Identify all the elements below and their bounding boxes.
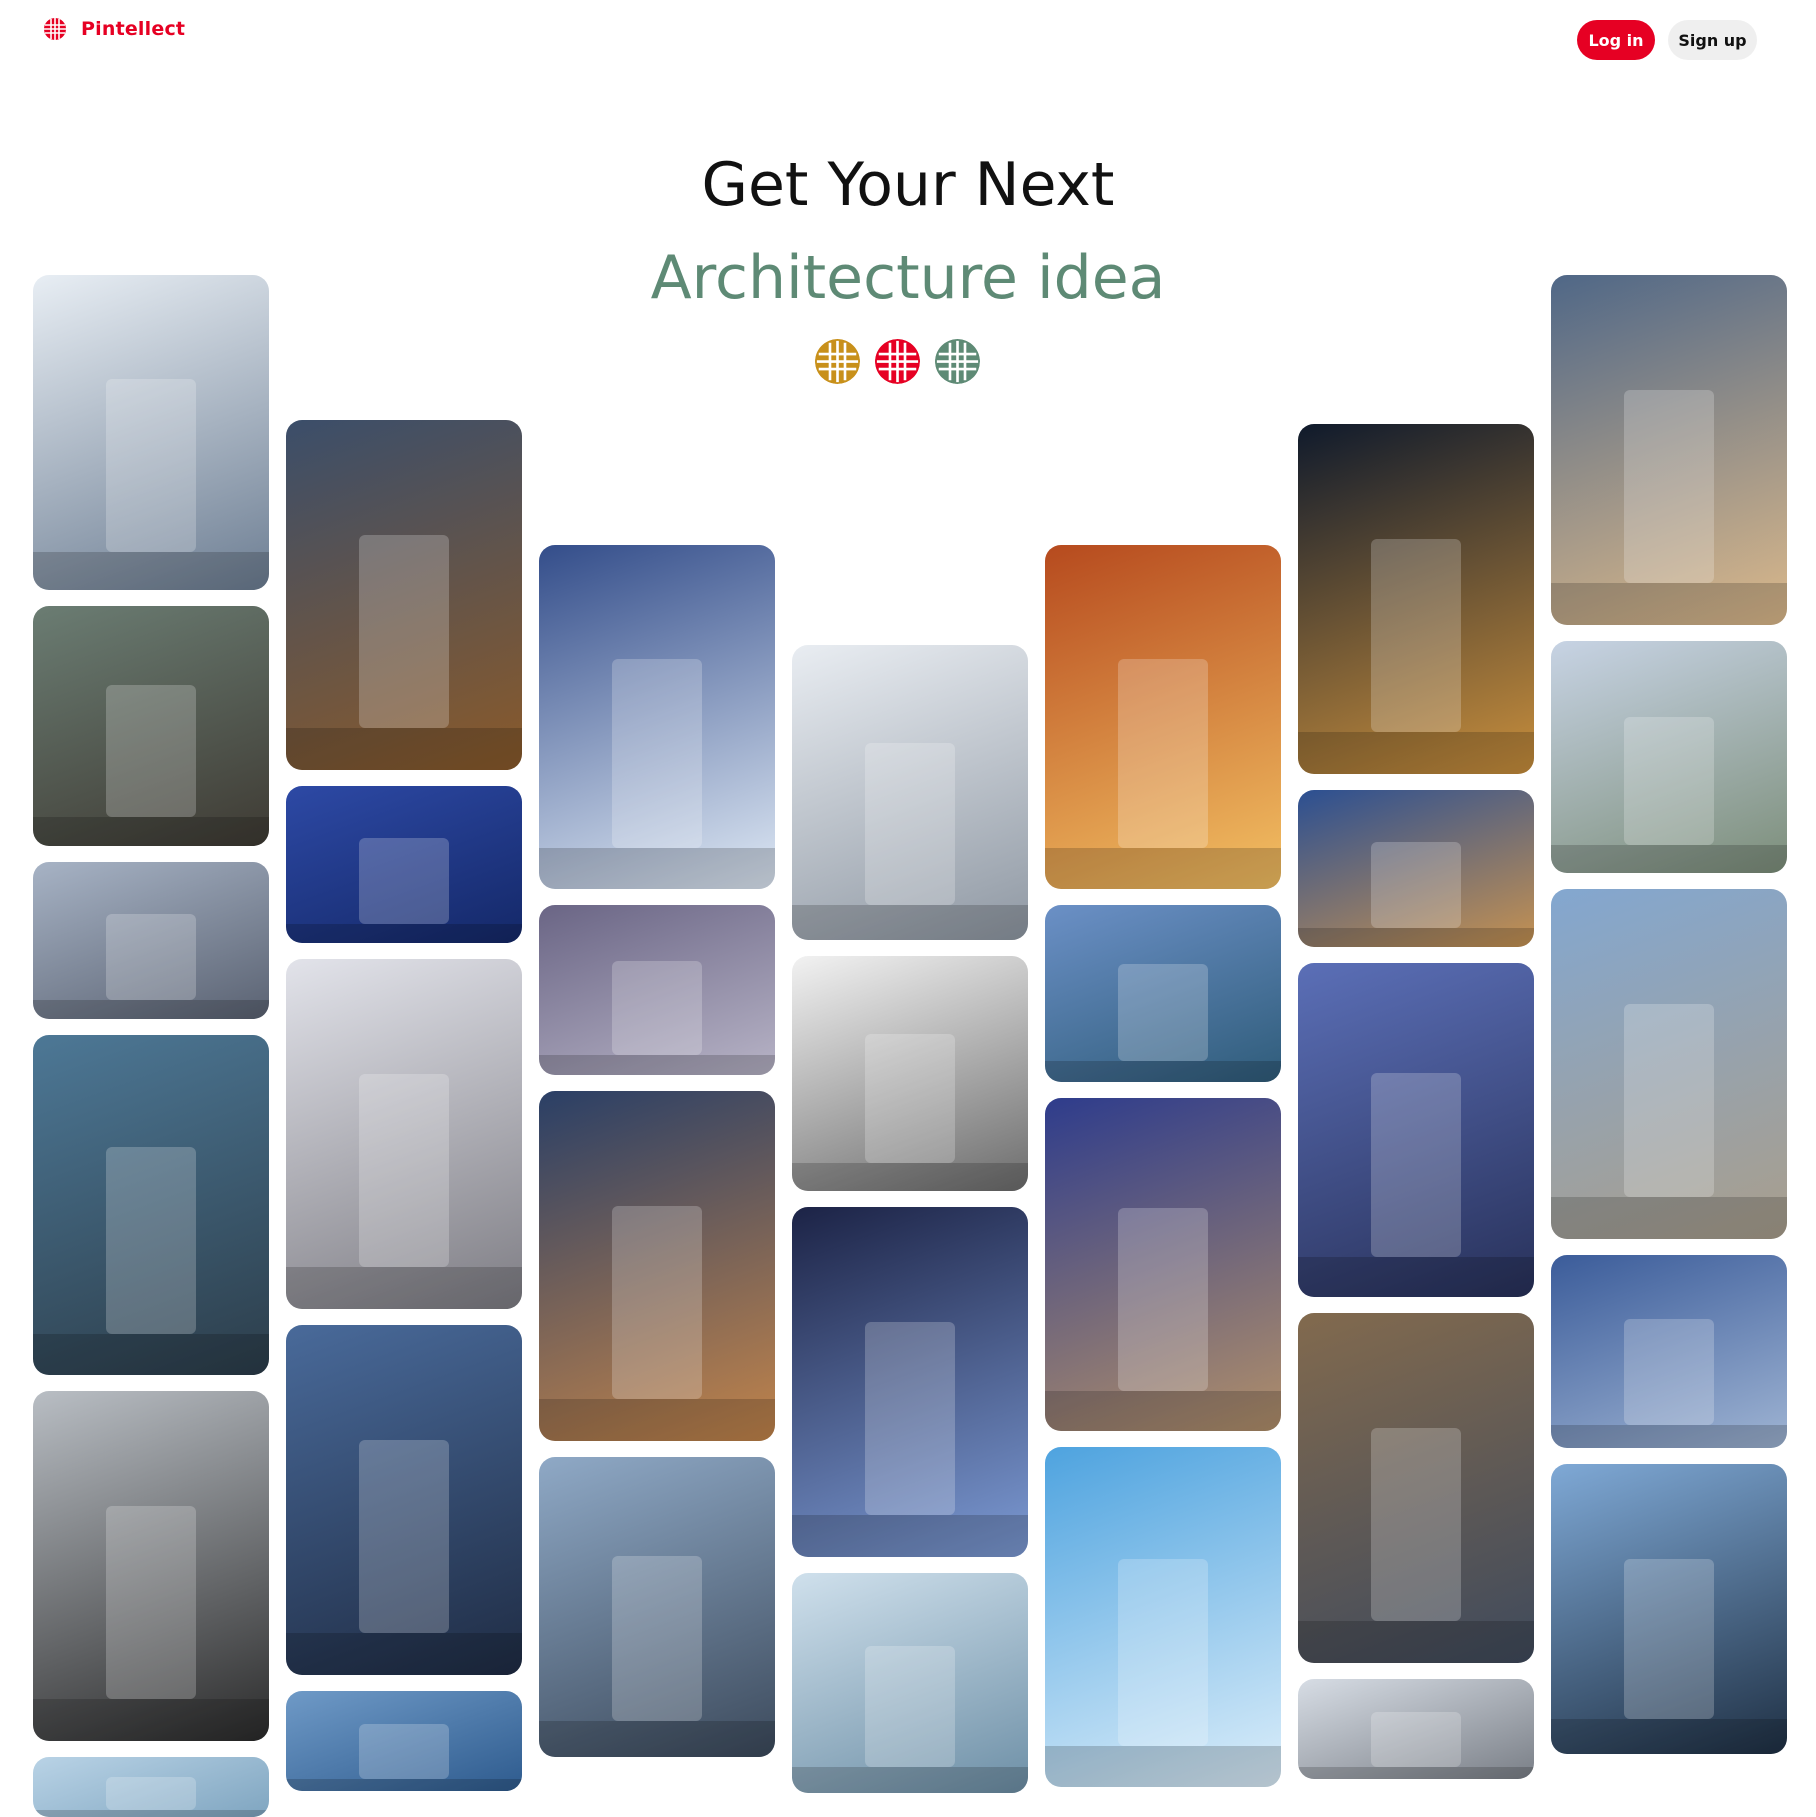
green-globe-dot-icon[interactable]	[935, 339, 980, 384]
pin-illustration	[1298, 1712, 1534, 1779]
pin-column	[539, 545, 775, 1757]
pin-image[interactable]	[286, 1325, 522, 1675]
pin-column	[33, 275, 269, 1817]
pin-illustration	[1551, 1559, 1787, 1754]
pin-column	[1298, 424, 1534, 1779]
pin-image[interactable]	[33, 606, 269, 846]
pin-illustration	[792, 743, 1028, 940]
pin-column	[792, 645, 1028, 1793]
pin-illustration	[33, 1506, 269, 1741]
pin-illustration	[1298, 1428, 1534, 1663]
hero-title: Get Your Next	[701, 150, 1115, 220]
pin-image[interactable]	[1045, 905, 1281, 1082]
pin-illustration	[792, 1322, 1028, 1557]
pin-illustration	[33, 379, 269, 590]
pin-image[interactable]	[33, 1035, 269, 1375]
carousel-dots	[815, 339, 980, 384]
pin-image[interactable]	[1045, 545, 1281, 889]
pin-illustration	[33, 914, 269, 1019]
globe-grid-icon	[44, 18, 66, 40]
pin-image[interactable]	[1045, 1447, 1281, 1787]
pin-image[interactable]	[286, 1691, 522, 1791]
pin-column	[1551, 275, 1787, 1754]
pin-illustration	[286, 838, 522, 943]
pin-illustration	[539, 961, 775, 1075]
pin-illustration	[1551, 390, 1787, 625]
pin-illustration	[1045, 659, 1281, 889]
pin-image[interactable]	[539, 1457, 775, 1757]
pin-image[interactable]	[539, 1091, 775, 1441]
pin-image[interactable]	[792, 1207, 1028, 1557]
pin-illustration	[286, 1724, 522, 1791]
pin-illustration	[33, 1777, 269, 1817]
pin-image[interactable]	[33, 275, 269, 590]
pin-illustration	[792, 1034, 1028, 1191]
pin-illustration	[1551, 717, 1787, 873]
pin-image[interactable]	[286, 959, 522, 1309]
pin-image[interactable]	[1551, 641, 1787, 873]
pin-image[interactable]	[1298, 963, 1534, 1297]
pin-image[interactable]	[1551, 1464, 1787, 1754]
pin-illustration	[1045, 964, 1281, 1082]
pin-illustration	[1551, 1004, 1787, 1239]
pin-image[interactable]	[1298, 1313, 1534, 1663]
pin-illustration	[792, 1646, 1028, 1793]
pin-illustration	[33, 1147, 269, 1375]
pin-illustration	[1298, 842, 1534, 947]
pin-illustration	[539, 1556, 775, 1757]
pin-image[interactable]	[286, 420, 522, 770]
pin-illustration	[1298, 1073, 1534, 1297]
brand-name: Pintellect	[81, 18, 186, 40]
pin-illustration	[539, 659, 775, 889]
pin-image[interactable]	[1298, 790, 1534, 947]
red-globe-dot-icon[interactable]	[875, 339, 920, 384]
signup-button[interactable]: Sign up	[1668, 20, 1757, 60]
pin-image[interactable]	[33, 1757, 269, 1817]
pin-column	[1045, 545, 1281, 1787]
pin-illustration	[286, 1074, 522, 1309]
pin-image[interactable]	[539, 545, 775, 889]
pin-image[interactable]	[33, 1391, 269, 1741]
logo-link[interactable]: Pintellect	[43, 17, 185, 41]
pin-illustration	[286, 1440, 522, 1675]
gold-globe-dot-icon[interactable]	[815, 339, 860, 384]
pin-image[interactable]	[1551, 889, 1787, 1239]
pin-illustration	[33, 685, 269, 846]
pin-image[interactable]	[792, 1573, 1028, 1793]
pin-image[interactable]	[1551, 1255, 1787, 1448]
pin-image[interactable]	[286, 786, 522, 943]
pin-column	[286, 420, 522, 1791]
pin-image[interactable]	[1551, 275, 1787, 625]
login-button[interactable]: Log in	[1577, 20, 1655, 60]
pin-image[interactable]	[792, 645, 1028, 940]
pin-illustration	[286, 535, 522, 770]
pin-image[interactable]	[792, 956, 1028, 1191]
pin-image[interactable]	[1298, 1679, 1534, 1779]
pin-illustration	[1045, 1559, 1281, 1787]
pin-illustration	[1551, 1319, 1787, 1448]
pin-illustration	[1298, 539, 1534, 774]
pin-illustration	[1045, 1208, 1281, 1431]
pin-image[interactable]	[1045, 1098, 1281, 1431]
hero-subtitle: Architecture idea	[650, 243, 1166, 313]
pin-image[interactable]	[1298, 424, 1534, 774]
pin-image[interactable]	[33, 862, 269, 1019]
pin-illustration	[539, 1206, 775, 1441]
pin-image[interactable]	[539, 905, 775, 1075]
